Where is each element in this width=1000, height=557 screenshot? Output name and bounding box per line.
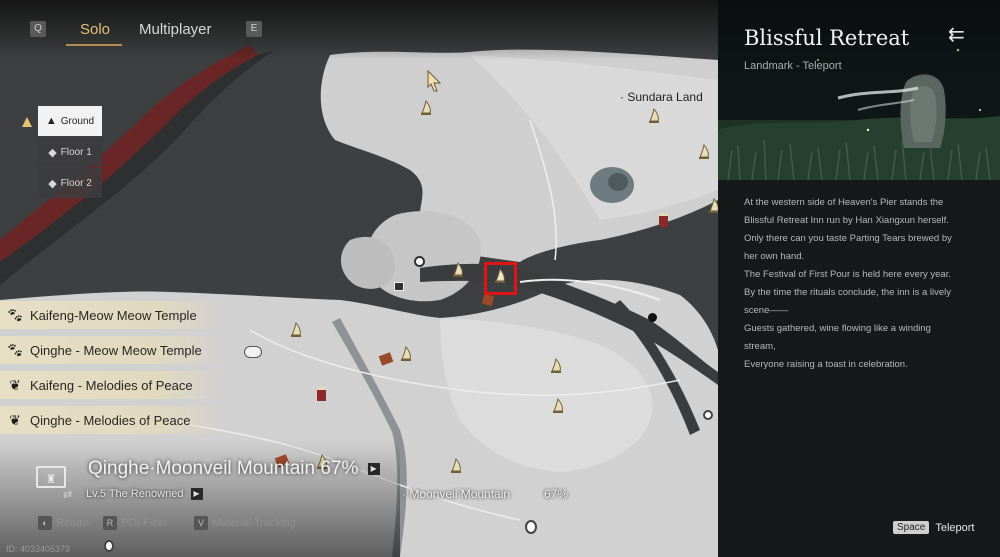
world-map[interactable]: Q Solo Multiplayer E ▲ Ground ◆ Floor 1 … bbox=[0, 0, 718, 557]
landmark-type: Landmark - Teleport bbox=[744, 60, 842, 72]
landmark-description: At the western side of Heaven's Pier sta… bbox=[744, 194, 984, 374]
tab-multiplayer[interactable]: Multiplayer bbox=[139, 21, 212, 38]
description-line: Only there can you taste Parting Tears b… bbox=[744, 233, 952, 244]
quest-label: Qinghe - Meow Meow Temple bbox=[30, 342, 202, 358]
quest-item-kaifeng-melodies[interactable]: ❦ Kaifeng - Melodies of Peace bbox=[0, 371, 225, 399]
quest-label: Kaifeng - Melodies of Peace bbox=[30, 377, 193, 393]
mouse-key-icon: ◐ bbox=[38, 516, 52, 530]
floor-selector: ▲ Ground ◆ Floor 1 ◆ Floor 2 bbox=[38, 106, 102, 199]
hint-material-tracking[interactable]: V Material Tracking bbox=[194, 516, 296, 530]
teleport-pin-icon[interactable] bbox=[290, 322, 302, 338]
landmark-detail-panel: Blissful Retreat Landmark - Teleport ⇇ A… bbox=[718, 0, 1000, 557]
chat-bubble-icon[interactable] bbox=[244, 346, 262, 358]
shrine-marker-icon[interactable] bbox=[317, 387, 326, 401]
teleport-pin-icon[interactable] bbox=[708, 198, 718, 214]
teleport-pin-icon[interactable] bbox=[552, 398, 564, 414]
quest-item-qinghe-melodies[interactable]: ❦ Qinghe - Melodies of Peace bbox=[0, 406, 225, 434]
map-mode-tabs: Q Solo Multiplayer E bbox=[0, 0, 718, 60]
location-dot-icon: · bbox=[620, 90, 624, 104]
location-dot-icon: · bbox=[402, 487, 406, 501]
description-line: stream, bbox=[744, 341, 776, 352]
shrine-marker-icon[interactable] bbox=[659, 213, 668, 227]
expand-arrow-icon[interactable]: ▶ bbox=[367, 462, 380, 475]
quest-label: Kaifeng-Meow Meow Temple bbox=[30, 307, 197, 323]
player-cursor-icon bbox=[427, 70, 442, 92]
description-line: The Festival of First Pour is held here … bbox=[744, 269, 951, 280]
location-pin-icon[interactable] bbox=[104, 540, 114, 552]
space-key-hint: Space bbox=[893, 521, 930, 534]
double-arrow-left-icon: ⇇ bbox=[948, 24, 965, 46]
description-line: Blissful Retreat Inn run by Han Xiangxun… bbox=[744, 215, 949, 226]
floor-2-button[interactable]: ◆ Floor 2 bbox=[38, 168, 102, 198]
dark-dot-icon[interactable] bbox=[648, 313, 657, 322]
description-line: Everyone raising a toast in celebration. bbox=[744, 359, 908, 370]
teleport-pin-icon[interactable] bbox=[550, 358, 562, 374]
teleport-pin-icon[interactable] bbox=[420, 100, 432, 116]
quest-label: Qinghe - Melodies of Peace bbox=[30, 412, 191, 428]
camera-icon[interactable] bbox=[394, 282, 404, 291]
description-line: her own hand. bbox=[744, 251, 805, 262]
poi-circle-icon[interactable] bbox=[703, 410, 713, 420]
location-pin-icon[interactable] bbox=[525, 520, 537, 534]
floor-label: Ground bbox=[60, 115, 95, 127]
teleport-pin-icon[interactable] bbox=[452, 262, 464, 278]
landmark-title: Blissful Retreat bbox=[744, 26, 910, 50]
paw-icon: 🐾︎ bbox=[6, 341, 24, 358]
paw-icon: 🐾︎ bbox=[6, 306, 24, 323]
teleport-pin-icon[interactable] bbox=[698, 144, 710, 160]
quest-item-qinghe-meow[interactable]: 🐾︎ Qinghe - Meow Meow Temple bbox=[0, 336, 225, 364]
description-line: Guests gathered, wine flowing like a win… bbox=[744, 323, 931, 334]
map-label-sundara-land[interactable]: · Sundara Land bbox=[620, 90, 703, 104]
collapse-panel-button[interactable]: ⇇ bbox=[948, 22, 965, 47]
region-crown-icon[interactable]: ♜ bbox=[36, 466, 66, 488]
map-label-moonveil-mountain[interactable]: · Moonveil Mountain bbox=[402, 487, 510, 501]
description-line: By the time the rituals conclude, the in… bbox=[744, 287, 951, 298]
region-title[interactable]: Qinghe·Moonveil Mountain 67% ▶ bbox=[88, 458, 380, 480]
teleport-pin-icon[interactable] bbox=[648, 108, 660, 124]
floor-1-button[interactable]: ◆ Floor 1 bbox=[38, 137, 102, 167]
teleport-label: Teleport bbox=[935, 521, 975, 534]
hint-return[interactable]: ◐ Return bbox=[38, 516, 89, 530]
selected-landmark-highlight bbox=[484, 262, 517, 295]
floor-layer-icon: ◆ bbox=[48, 146, 57, 159]
next-tab-key[interactable]: E bbox=[246, 21, 262, 37]
moonveil-exploration-percent: 67% bbox=[544, 487, 569, 501]
floor-layer-icon: ◆ bbox=[48, 177, 57, 190]
quest-item-kaifeng-meow[interactable]: 🐾︎ Kaifeng-Meow Meow Temple bbox=[0, 301, 225, 329]
teleport-pin-icon[interactable] bbox=[400, 346, 412, 362]
floor-layer-icon: ▲ bbox=[45, 115, 57, 127]
teleport-pin-icon[interactable] bbox=[450, 458, 462, 474]
tab-solo[interactable]: Solo bbox=[80, 21, 110, 38]
region-level[interactable]: Lv.5 The Renowned ▶ bbox=[86, 488, 203, 501]
teleport-button[interactable]: Space Teleport bbox=[893, 521, 975, 534]
description-line: At the western side of Heaven's Pier sta… bbox=[744, 197, 944, 208]
swap-icon[interactable]: ⇄ bbox=[63, 488, 72, 501]
feather-icon: ❦ bbox=[9, 411, 21, 428]
floor-label: Floor 1 bbox=[60, 146, 92, 158]
waypoint-icon[interactable] bbox=[414, 256, 425, 267]
prev-tab-key[interactable]: Q bbox=[30, 21, 46, 37]
player-direction-icon bbox=[22, 117, 32, 127]
hint-poi-filter[interactable]: R POI Filter bbox=[103, 516, 167, 530]
active-tab-indicator bbox=[66, 44, 122, 46]
expand-arrow-icon[interactable]: ▶ bbox=[190, 488, 203, 501]
floor-ground-button[interactable]: ▲ Ground bbox=[38, 106, 102, 136]
description-line: scene—— bbox=[744, 305, 789, 316]
floor-label: Floor 2 bbox=[60, 177, 92, 189]
player-id: ID: 4033405379 bbox=[6, 544, 71, 554]
feather-icon: ❦ bbox=[9, 376, 21, 393]
